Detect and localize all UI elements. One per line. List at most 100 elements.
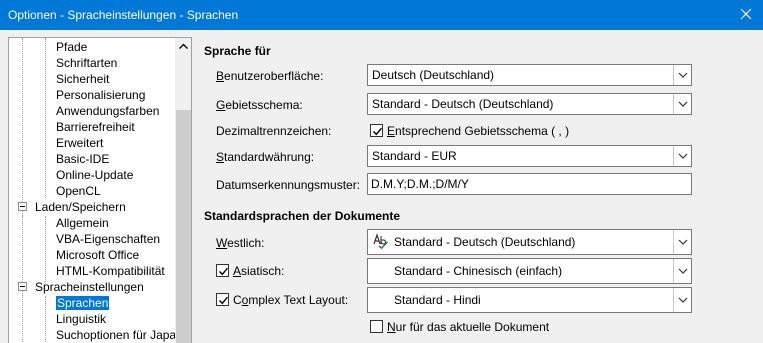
scrollbar-thumb[interactable]	[176, 110, 191, 343]
select-value: Standard - Deutsch (Deutschland)	[394, 235, 576, 249]
dezimaltrennzeichen-label: Dezimaltrennzeichen:	[216, 124, 332, 138]
close-icon[interactable]	[736, 4, 756, 24]
tree-line	[22, 216, 23, 343]
chevron-down-icon[interactable]	[673, 259, 691, 283]
collapse-icon[interactable]	[18, 202, 27, 211]
tree-item-label: Personalisierung	[56, 88, 146, 102]
entsprechend-gebietsschema-checkbox[interactable]	[370, 124, 383, 137]
tree-item-label: Suchoptionen für Japa	[56, 328, 177, 342]
section-title-sprache-fuer: Sprache für	[204, 44, 271, 58]
gebietsschema-label: Gebietsschema:	[216, 98, 303, 112]
mnemonic: S	[216, 150, 225, 164]
ctl-checkbox[interactable]	[216, 293, 229, 306]
spellcheck-icon	[373, 233, 389, 250]
tree-item-basic-ide[interactable]: Basic-IDE	[56, 151, 109, 167]
nur-aktuelles-dokument-checkbox[interactable]	[370, 320, 383, 333]
gebietsschema-select[interactable]: Standard - Deutsch (Deutschland)	[367, 93, 692, 115]
tree-item-html-kompatibilitaet[interactable]: HTML-Kompatibilität	[56, 263, 165, 279]
datumserkennungsmuster-input[interactable]	[367, 173, 692, 195]
tree-item-suchoptionen-japanisch[interactable]: Suchoptionen für Japa	[56, 327, 176, 343]
label-text: ur für das aktuelle Dokument	[395, 320, 550, 334]
tree-item-label: OpenCL	[56, 184, 101, 198]
tree-item-allgemein[interactable]: Allgemein	[56, 215, 109, 231]
benutzeroberflaeche-label: Benutzeroberfläche:	[216, 69, 323, 83]
label-text: siatisch:	[241, 264, 285, 278]
label-text: mplex Text Layout:	[248, 293, 349, 307]
nur-aktuelles-dokument-label[interactable]: Nur für das aktuelle Dokument	[387, 320, 549, 334]
mnemonic: B	[216, 69, 225, 83]
select-value: Standard - Chinesisch (einfach)	[394, 264, 563, 278]
westlich-select[interactable]: Standard - Deutsch (Deutschland)	[367, 229, 692, 255]
tree-scrollbar[interactable]	[175, 38, 191, 343]
chevron-up-icon[interactable]	[175, 38, 191, 55]
tree-line	[45, 296, 46, 343]
tree-item-erweitert[interactable]: Erweitert	[56, 135, 103, 151]
chevron-down-icon[interactable]	[673, 65, 691, 85]
entsprechend-gebietsschema-label[interactable]: Entsprechend Gebietsschema ( , )	[387, 124, 569, 138]
options-tree[interactable]: Pfade Schriftarten Sicherheit Personalis…	[8, 37, 192, 343]
tree-item-label: VBA-Eigenschaften	[56, 232, 161, 246]
benutzeroberflaeche-select[interactable]: Deutsch (Deutschland)	[367, 64, 692, 86]
ctl-select[interactable]: Standard - Hindi	[367, 287, 692, 313]
mnemonic: E	[387, 124, 396, 138]
tree-item-sicherheit[interactable]: Sicherheit	[56, 71, 109, 87]
tree-item-label: Erweitert	[56, 136, 104, 150]
tree-item-label: Online-Update	[56, 168, 134, 182]
mnemonic: N	[387, 320, 396, 334]
label-text: ntsprechend Gebietsschema ( , )	[395, 124, 570, 138]
tree-item-schriftarten[interactable]: Schriftarten	[56, 55, 117, 71]
label-text: tandardwährung:	[224, 150, 315, 164]
tree-item-linguistik[interactable]: Linguistik	[56, 311, 106, 327]
asiatisch-label[interactable]: Asiatisch:	[233, 264, 284, 278]
select-value: Deutsch (Deutschland)	[372, 68, 495, 82]
section-title-standardsprachen: Standardsprachen der Dokumente	[204, 209, 401, 223]
chevron-down-icon[interactable]	[673, 288, 691, 312]
tree-line	[22, 38, 23, 218]
tree-item-anwendungsfarben[interactable]: Anwendungsfarben	[56, 103, 159, 119]
tree-item-label: Pfade	[56, 40, 88, 54]
tree-item-microsoft-office[interactable]: Microsoft Office	[56, 247, 139, 263]
standardwaehrung-label: Standardwährung:	[216, 150, 314, 164]
tree-item-label: Spracheinstellungen	[35, 280, 144, 294]
tree-item-label: Laden/Speichern	[35, 200, 126, 214]
datumserkennungsmuster-field[interactable]	[371, 176, 681, 192]
asiatisch-select[interactable]: Standard - Chinesisch (einfach)	[367, 258, 692, 284]
tree-item-pfade[interactable]: Pfade	[56, 39, 87, 55]
chevron-down-icon[interactable]	[673, 94, 691, 114]
tree-item-laden-speichern[interactable]: Laden/Speichern	[35, 199, 126, 215]
label-text: enutzeroberfläche:	[224, 69, 324, 83]
tree-item-label: Linguistik	[56, 312, 107, 326]
tree-item-label: Sprachen	[56, 296, 110, 310]
mnemonic: G	[216, 98, 226, 112]
chevron-down-icon[interactable]	[673, 146, 691, 166]
tree-item-label: Schriftarten	[56, 56, 118, 70]
tree-line	[45, 38, 46, 198]
label-text: estlich:	[227, 236, 265, 250]
tree-item-opencl[interactable]: OpenCL	[56, 183, 101, 199]
tree-item-label: Barrierefreiheit	[56, 120, 135, 134]
tree-item-label: Basic-IDE	[56, 152, 110, 166]
tree-item-sprachen[interactable]: Sprachen	[56, 295, 110, 311]
asiatisch-checkbox[interactable]	[216, 264, 229, 277]
tree-item-spracheinstellungen[interactable]: Spracheinstellungen	[35, 279, 144, 295]
tree-line	[45, 216, 46, 284]
tree-item-label: Anwendungsfarben	[56, 104, 160, 118]
title-bar: Optionen - Spracheinstellungen - Sprache…	[0, 0, 763, 30]
chevron-down-icon[interactable]	[673, 230, 691, 254]
collapse-icon[interactable]	[18, 282, 27, 291]
label-text: ebietsschema:	[225, 98, 303, 112]
ctl-label[interactable]: Complex Text Layout:	[233, 293, 348, 307]
select-value: Standard - Hindi	[394, 293, 481, 307]
tree-item-online-update[interactable]: Online-Update	[56, 167, 133, 183]
tree-item-label: HTML-Kompatibilität	[56, 264, 165, 278]
datumserkennungsmuster-label: Datumserkennungsmuster:	[216, 178, 361, 192]
select-value: Standard - EUR	[372, 149, 457, 163]
westlich-label: Westlich:	[216, 236, 264, 250]
mnemonic: A	[233, 264, 242, 278]
standardwaehrung-select[interactable]: Standard - EUR	[367, 145, 692, 167]
tree-item-label: Microsoft Office	[56, 248, 140, 262]
tree-item-barrierefreiheit[interactable]: Barrierefreiheit	[56, 119, 135, 135]
tree-item-personalisierung[interactable]: Personalisierung	[56, 87, 145, 103]
select-value: Standard - Deutsch (Deutschland)	[372, 97, 554, 111]
tree-item-vba-eigenschaften[interactable]: VBA-Eigenschaften	[56, 231, 160, 247]
